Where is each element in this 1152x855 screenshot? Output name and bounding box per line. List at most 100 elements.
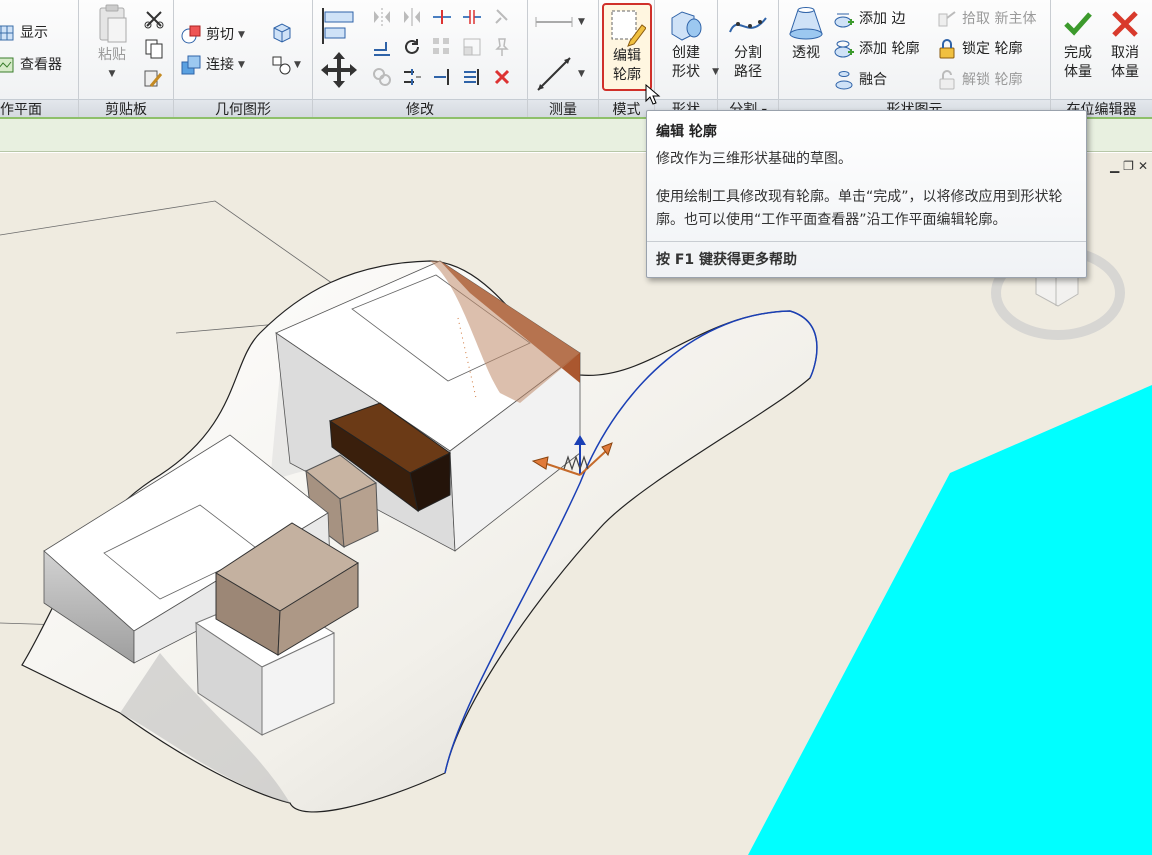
ribbon: 显示 查看器 作平面 粘贴 ▼ 剪贴板 剪切 ▼ 连接 ▼ ▼ 几何图形 修改 …: [0, 0, 1152, 119]
dimension-dropdown-icon: ▼: [578, 69, 585, 79]
wall-join-button[interactable]: [270, 22, 292, 48]
divide-path-button[interactable]: 分割 路径: [723, 4, 773, 96]
join-dropdown-icon: ▼: [238, 60, 245, 70]
checkmark-icon: [1064, 12, 1092, 36]
cancel-x-icon: [1112, 11, 1138, 37]
edit-profile-tooltip: 编辑 轮廓 修改作为三维形状基础的草图。 使用绘制工具修改现有轮廓。单击“完成”…: [646, 110, 1087, 278]
copy-icon: [145, 39, 163, 59]
match-properties-button[interactable]: [143, 68, 165, 94]
panel-in-place-editor: 完成 体量 取消 体量 在位编辑器: [1051, 0, 1152, 117]
cancel-mass-button[interactable]: 取消 体量: [1100, 4, 1150, 96]
panel-title-modify: 修改: [313, 99, 527, 117]
split-face-button[interactable]: ▼: [270, 54, 301, 76]
mirror-draw-icon[interactable]: [401, 6, 423, 28]
cut-geometry-button[interactable]: 剪切 ▼: [180, 22, 245, 48]
split-element-icon[interactable]: [431, 6, 453, 28]
panel-title-geometry: 几何图形: [174, 99, 312, 117]
pick-new-host-button[interactable]: 拾取 新主体: [936, 6, 1036, 32]
panel-title-measure: 测量: [528, 99, 598, 117]
tooltip-divider: [647, 241, 1086, 242]
tooltip-body: 使用绘制工具修改现有轮廓。单击“完成”，以将修改应用到形状轮廓。也可以使用“工作…: [656, 189, 1063, 228]
mouse-cursor-icon: [645, 84, 661, 105]
work-plane-viewer-button[interactable]: 查看器: [0, 52, 62, 78]
cube-icon: [273, 23, 291, 43]
mirror-axis-icon[interactable]: [371, 6, 393, 28]
create-form-icon: [671, 11, 702, 41]
join-geometry-button[interactable]: 连接 ▼: [180, 52, 245, 78]
array-icon[interactable]: [431, 36, 453, 58]
add-profile-button[interactable]: 添加 轮廓: [833, 36, 919, 62]
panel-clipboard: 粘贴 ▼ 剪贴板: [79, 0, 174, 117]
grid-icon: [0, 25, 14, 41]
brush-icon: [144, 70, 163, 87]
show-work-plane-button[interactable]: 显示: [0, 20, 48, 46]
edit-profile-button[interactable]: 编辑 轮廓: [602, 3, 652, 91]
modify-tools-grid: [371, 6, 521, 88]
offset-icon[interactable]: [371, 36, 393, 58]
panel-divide: 分割 路径 分割 ▾: [718, 0, 779, 117]
tooltip-subtitle: 修改作为三维形状基础的草图。: [656, 151, 852, 167]
move-button[interactable]: [319, 50, 359, 94]
paste-dropdown-icon: ▼: [108, 69, 116, 79]
create-form-button[interactable]: 创建 形状 ▼: [661, 4, 719, 96]
view-window-controls: ▁ ❐ ✕: [1110, 159, 1148, 173]
cut-dropdown-icon: ▼: [238, 30, 245, 40]
paste-icon: [99, 4, 127, 43]
xray-button[interactable]: 透视: [781, 4, 831, 96]
divide-path-icon: [729, 17, 767, 33]
pick-host-icon: [938, 11, 956, 27]
unlock-profile-button[interactable]: 解锁 轮廓: [936, 67, 1022, 93]
panel-title-clipboard: 剪贴板: [79, 99, 173, 117]
dimension-icon: [537, 57, 571, 91]
join-geometry-icon: [181, 55, 201, 75]
tooltip-title: 编辑 轮廓: [656, 124, 717, 140]
panel-work-plane: 显示 查看器 作平面: [0, 0, 79, 117]
blend-icon: [835, 71, 853, 90]
scale-icon[interactable]: [461, 36, 483, 58]
cut-geometry-icon: [181, 25, 201, 44]
align-icon: [322, 8, 354, 44]
unlock-icon: [939, 70, 955, 90]
lock-profile-button[interactable]: 锁定 轮廓: [936, 36, 1022, 62]
panel-form-element: 透视 添加 边 添加 轮廓 融合 拾取 新主体 锁定 轮廓 解锁 轮廓 形状图元: [779, 0, 1051, 117]
close-view-icon[interactable]: ✕: [1138, 159, 1148, 173]
trim-single-icon[interactable]: [431, 66, 453, 88]
align-button[interactable]: [319, 6, 359, 50]
split-face-icon: [272, 56, 291, 75]
cyan-region: [748, 385, 1152, 855]
trim-multiple-icon[interactable]: [461, 66, 483, 88]
paste-button[interactable]: 粘贴 ▼: [87, 4, 137, 96]
copy-button[interactable]: [143, 38, 165, 64]
copy-elements-icon[interactable]: [371, 66, 393, 88]
trim-extend-icon[interactable]: [401, 66, 423, 88]
measure-dropdown-icon: ▼: [578, 17, 585, 27]
panel-measure: ▼ ▼ 测量: [528, 0, 599, 117]
ruler-icon: [535, 17, 573, 27]
blend-button[interactable]: 融合: [833, 67, 887, 93]
viewer-icon: [0, 57, 14, 73]
rotate-icon[interactable]: [401, 36, 423, 58]
panel-title-work-plane: 作平面: [0, 99, 78, 117]
minimize-view-icon[interactable]: ▁: [1110, 159, 1119, 173]
split-gap-icon[interactable]: [461, 6, 483, 28]
move-icon: [321, 52, 357, 88]
unpin-icon[interactable]: [491, 6, 513, 28]
lock-icon: [939, 39, 955, 59]
measure-button[interactable]: ▼: [534, 14, 585, 30]
add-edge-button[interactable]: 添加 边: [833, 6, 905, 32]
panel-geometry: 剪切 ▼ 连接 ▼ ▼ 几何图形: [174, 0, 313, 117]
pin-icon[interactable]: [491, 36, 513, 58]
add-edge-icon: [834, 13, 854, 28]
dimension-button[interactable]: ▼: [534, 54, 585, 94]
finish-mass-button[interactable]: 完成 体量: [1053, 4, 1103, 96]
cut-clip-button[interactable]: [143, 8, 165, 34]
delete-icon[interactable]: [491, 66, 513, 88]
scissors-icon: [144, 11, 164, 29]
edit-profile-icon: [611, 10, 646, 47]
xray-icon: [789, 7, 823, 40]
panel-shape: 创建 形状▼ 形状: [655, 0, 719, 117]
split-face-dropdown-icon: ▼: [294, 60, 301, 70]
add-profile-icon: [834, 40, 854, 58]
restore-view-icon[interactable]: ❐: [1123, 159, 1134, 173]
tooltip-help-hint: 按 F1 键获得更多帮助: [656, 252, 798, 268]
